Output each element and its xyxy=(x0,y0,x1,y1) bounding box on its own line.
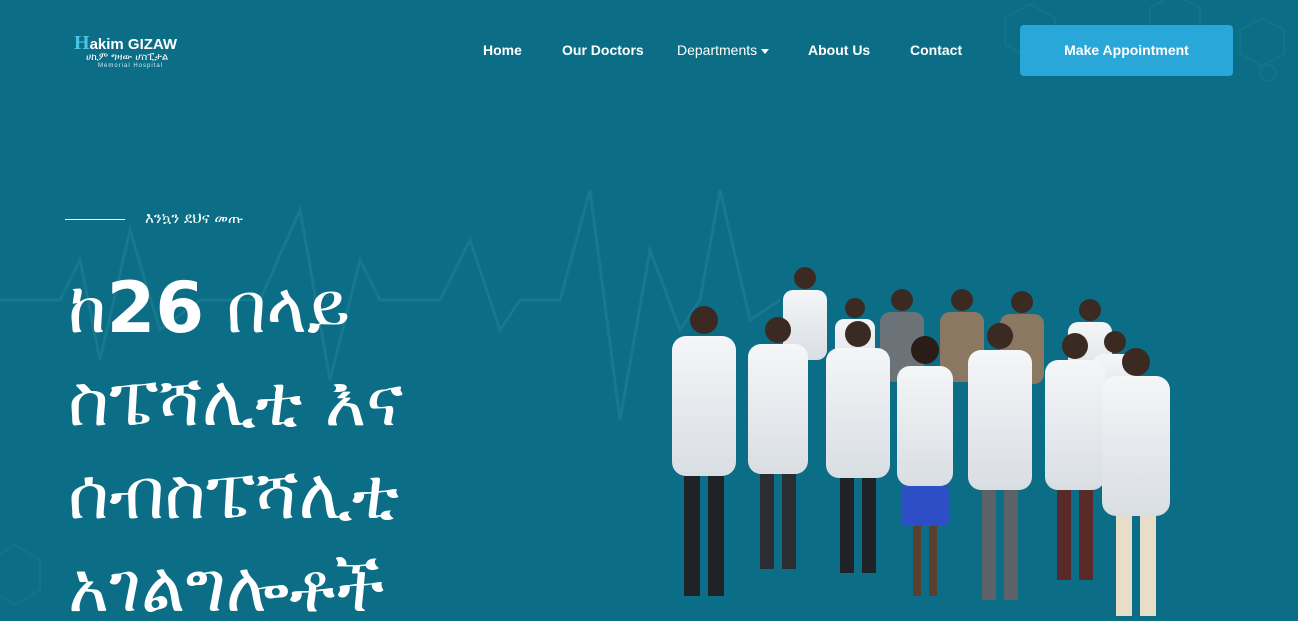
headline-suffix: በላይ xyxy=(204,267,351,349)
logo-name: akim GIZAW xyxy=(89,36,178,53)
nav-about-us-link[interactable]: About Us xyxy=(808,40,870,60)
logo-initial: H xyxy=(74,32,90,54)
hospital-logo[interactable]: Hakim GIZAW ሀኪም ግዛው ሆስፒታል Memorial Hospi… xyxy=(74,30,186,72)
headline-number: 26 xyxy=(106,267,205,349)
site-header: Hakim GIZAW ሀኪም ግዛው ሆስፒታል Memorial Hospi… xyxy=(0,0,1298,100)
nav-home-link[interactable]: Home xyxy=(483,40,522,60)
doctors-group-photo xyxy=(672,267,1170,616)
nav-departments-dropdown[interactable]: Departments xyxy=(677,40,770,60)
nav-our-doctors-link[interactable]: Our Doctors xyxy=(562,40,644,60)
headline-line-2: ስፔሻሊቲ እና xyxy=(68,360,404,442)
eyebrow-divider xyxy=(65,219,125,220)
headline-line-4: አገልግሎቶች xyxy=(68,546,385,621)
headline-prefix: ከ xyxy=(68,267,107,349)
headline-line-1: ከ26 በላይ xyxy=(68,262,588,355)
hero-eyebrow: እንኳን ደህና መጡ xyxy=(145,209,244,227)
logo-amharic-name: ሀኪም ግዛው ሆስፒታል xyxy=(86,52,169,63)
nav-contact-link[interactable]: Contact xyxy=(910,40,962,60)
make-appointment-button[interactable]: Make Appointment xyxy=(1020,25,1233,76)
caret-down-icon xyxy=(761,48,770,54)
nav-departments-label: Departments xyxy=(677,42,758,58)
logo-tagline: Memorial Hospital xyxy=(98,63,164,69)
hero-headline: ከ26 በላይ ስፔሻሊቲ እና ሰብስፔሻሊቲ አገልግሎቶች xyxy=(68,262,588,621)
headline-line-3: ሰብስፔሻሊቲ xyxy=(68,453,400,535)
